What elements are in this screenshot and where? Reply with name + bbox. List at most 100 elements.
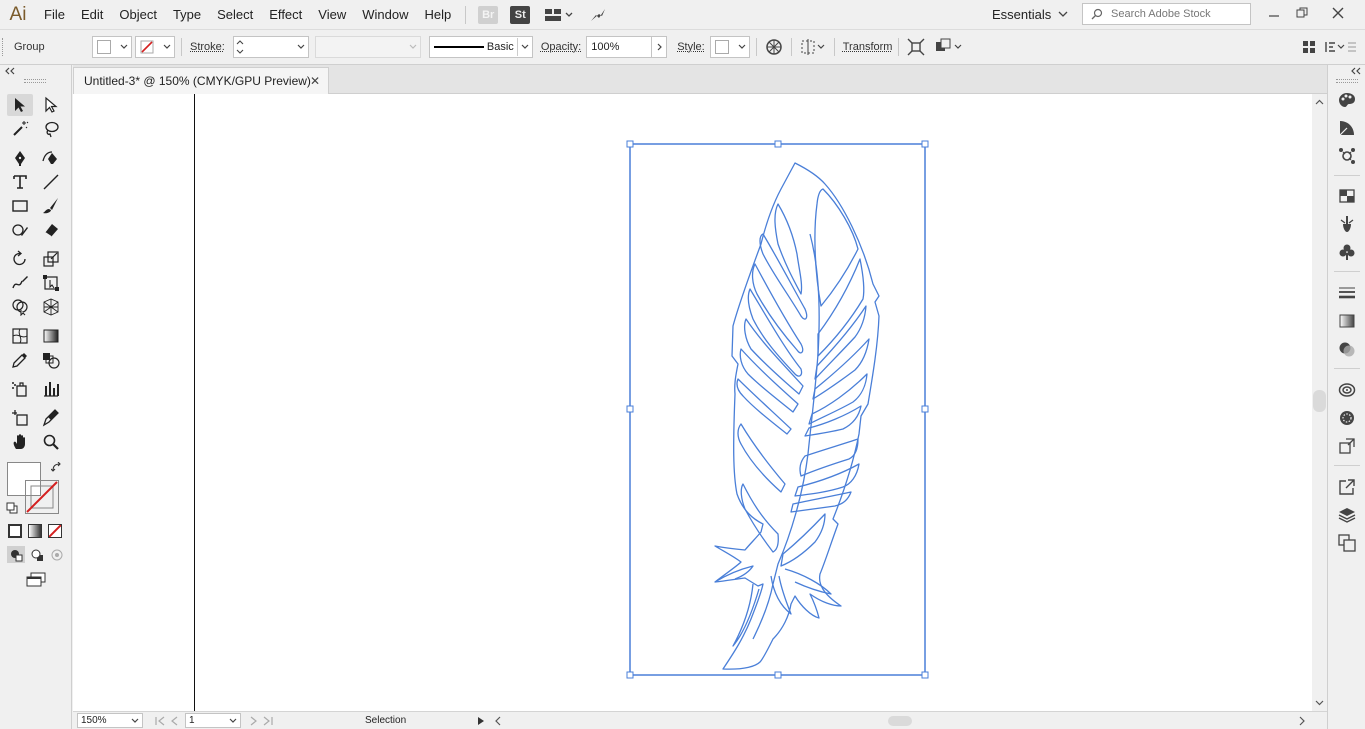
align-objects-icon[interactable] bbox=[798, 36, 828, 58]
menu-object[interactable]: Object bbox=[111, 0, 165, 29]
mesh-tool[interactable] bbox=[7, 325, 33, 347]
graphic-style-dropdown[interactable] bbox=[709, 36, 750, 58]
warp-tool[interactable] bbox=[7, 272, 33, 294]
magic-wand-tool[interactable] bbox=[7, 118, 33, 140]
next-artboard-icon[interactable] bbox=[247, 716, 259, 726]
artboard-number-dropdown[interactable]: 1 bbox=[185, 713, 241, 728]
close-window-button[interactable] bbox=[1326, 2, 1350, 24]
draw-inside-button[interactable] bbox=[48, 546, 66, 563]
cc-libraries-icon[interactable] bbox=[1336, 146, 1358, 166]
menu-edit[interactable]: Edit bbox=[73, 0, 111, 29]
style-label[interactable]: Style: bbox=[677, 41, 705, 53]
stroke-color-swatch[interactable] bbox=[25, 480, 59, 514]
scroll-right-icon[interactable] bbox=[1297, 716, 1307, 726]
artboards-icon[interactable] bbox=[1336, 533, 1358, 553]
menu-file[interactable]: File bbox=[36, 0, 73, 29]
previous-artboard-icon[interactable] bbox=[169, 716, 181, 726]
workspace-switcher[interactable]: Essentials bbox=[982, 3, 1072, 25]
rotate-tool[interactable] bbox=[7, 248, 33, 270]
handle-bottom-middle[interactable] bbox=[774, 671, 782, 679]
feather-artwork[interactable] bbox=[73, 94, 1312, 711]
stock-search-input[interactable]: Search Adobe Stock bbox=[1082, 3, 1251, 25]
brushes-icon[interactable] bbox=[1336, 214, 1358, 234]
opacity-label[interactable]: Opacity: bbox=[541, 41, 581, 53]
close-tab-icon[interactable]: ✕ bbox=[310, 74, 320, 88]
handle-top-middle[interactable] bbox=[774, 140, 782, 148]
none-mode-button[interactable] bbox=[48, 524, 62, 538]
color-guide-icon[interactable] bbox=[1336, 118, 1358, 138]
transparency-panel-icon[interactable] bbox=[1336, 339, 1358, 359]
zoom-tool[interactable] bbox=[38, 431, 64, 453]
layers-icon[interactable] bbox=[1336, 505, 1358, 525]
draw-normal-button[interactable] bbox=[7, 546, 25, 563]
horizontal-scroll-thumb[interactable] bbox=[888, 715, 912, 726]
stroke-color-dropdown[interactable] bbox=[135, 36, 175, 58]
handle-top-left[interactable] bbox=[626, 140, 634, 148]
artboard-tool[interactable] bbox=[7, 407, 33, 429]
curvature-tool[interactable] bbox=[38, 147, 64, 169]
restore-button[interactable] bbox=[1290, 2, 1314, 24]
export-icon[interactable] bbox=[1336, 477, 1358, 497]
gradient-panel-icon[interactable] bbox=[1336, 311, 1358, 331]
artboard-canvas[interactable] bbox=[73, 94, 1312, 711]
menu-view[interactable]: View bbox=[310, 0, 354, 29]
rectangle-tool[interactable] bbox=[7, 195, 33, 217]
brush-definition-dropdown[interactable]: Basic bbox=[428, 36, 533, 58]
paintbrush-tool[interactable] bbox=[38, 195, 64, 217]
asset-export-icon[interactable] bbox=[1336, 436, 1358, 456]
fill-dropdown[interactable] bbox=[92, 36, 132, 58]
handle-bottom-right[interactable] bbox=[921, 671, 929, 679]
slice-tool[interactable] bbox=[38, 407, 64, 429]
arrange-documents-icon[interactable] bbox=[542, 6, 576, 24]
bridge-icon[interactable]: Br bbox=[478, 5, 499, 24]
opacity-expand-button[interactable] bbox=[652, 36, 668, 58]
draw-behind-button[interactable] bbox=[28, 546, 46, 563]
graphic-styles-icon[interactable] bbox=[1336, 408, 1358, 428]
shape-builder-tool[interactable] bbox=[7, 296, 33, 318]
transform-link[interactable]: Transform bbox=[843, 41, 893, 53]
expand-panels-icon[interactable] bbox=[1350, 67, 1362, 75]
vertical-scroll-thumb[interactable] bbox=[1313, 390, 1326, 412]
gradient-mode-button[interactable] bbox=[28, 524, 42, 538]
eyedropper-tool[interactable] bbox=[7, 349, 33, 371]
menu-effect[interactable]: Effect bbox=[261, 0, 310, 29]
symbol-sprayer-tool[interactable] bbox=[7, 378, 33, 400]
isolate-group-icon[interactable] bbox=[905, 36, 927, 58]
stepper-icon[interactable] bbox=[236, 38, 244, 56]
handle-middle-left[interactable] bbox=[626, 405, 634, 413]
scroll-left-icon[interactable] bbox=[493, 716, 503, 726]
toolbar-grip[interactable] bbox=[24, 79, 46, 83]
opacity-field[interactable]: 100% bbox=[586, 36, 653, 58]
menu-type[interactable]: Type bbox=[165, 0, 209, 29]
appearance-panel-icon[interactable] bbox=[1336, 380, 1358, 400]
zoom-level-dropdown[interactable]: 150% bbox=[77, 713, 143, 728]
first-artboard-icon[interactable] bbox=[153, 716, 167, 726]
line-segment-tool[interactable] bbox=[38, 171, 64, 193]
eraser-tool[interactable] bbox=[38, 219, 64, 241]
scroll-up-icon[interactable] bbox=[1313, 98, 1326, 106]
handle-middle-right[interactable] bbox=[921, 405, 929, 413]
color-panel-icon[interactable] bbox=[1336, 90, 1358, 110]
default-fill-stroke-icon[interactable] bbox=[6, 502, 18, 514]
pen-tool[interactable] bbox=[7, 147, 33, 169]
last-artboard-icon[interactable] bbox=[261, 716, 275, 726]
stroke-weight-field[interactable] bbox=[232, 36, 309, 58]
horizontal-scrollbar[interactable] bbox=[509, 715, 1291, 727]
column-graph-tool[interactable] bbox=[38, 378, 64, 400]
free-transform-tool[interactable] bbox=[38, 272, 64, 294]
variable-width-profile-dropdown[interactable] bbox=[314, 36, 421, 58]
gradient-tool[interactable] bbox=[38, 325, 64, 347]
hand-tool[interactable] bbox=[7, 431, 33, 453]
selection-tool[interactable] bbox=[7, 94, 33, 116]
gpu-performance-icon[interactable] bbox=[588, 6, 608, 24]
menu-select[interactable]: Select bbox=[209, 0, 261, 29]
stroke-label[interactable]: Stroke: bbox=[190, 41, 225, 53]
panel-toggle-icon[interactable] bbox=[1297, 36, 1321, 58]
scroll-down-icon[interactable] bbox=[1313, 699, 1326, 707]
scale-tool[interactable] bbox=[38, 248, 64, 270]
control-panel-menu-icon[interactable] bbox=[1321, 36, 1361, 58]
swatches-icon[interactable] bbox=[1336, 186, 1358, 206]
vertical-scrollbar[interactable] bbox=[1312, 94, 1327, 711]
stroke-panel-icon[interactable] bbox=[1336, 283, 1358, 303]
shaper-tool[interactable] bbox=[7, 219, 33, 241]
